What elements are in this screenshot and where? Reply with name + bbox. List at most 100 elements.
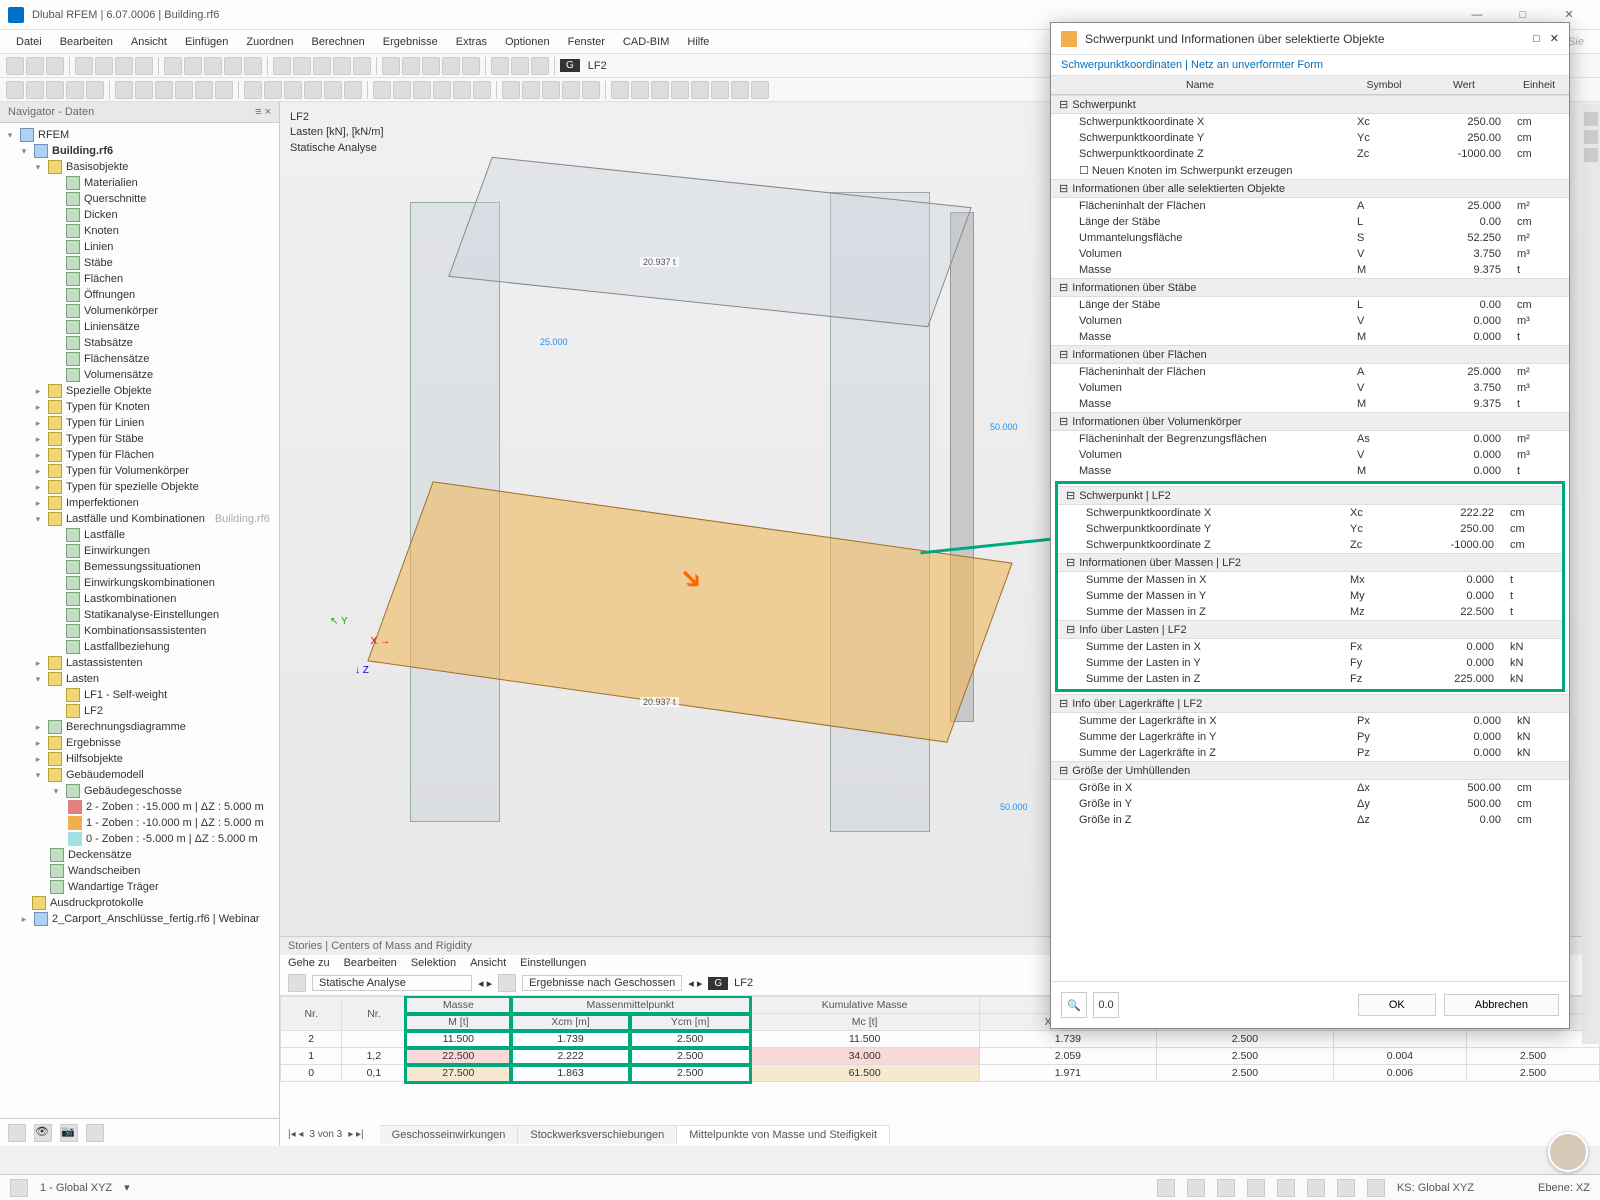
- toolbar-icon[interactable]: [393, 81, 411, 99]
- bp-icon[interactable]: [288, 974, 306, 992]
- menu-extras[interactable]: Extras: [448, 34, 495, 50]
- tree-item[interactable]: Bemessungssituationen: [0, 559, 279, 575]
- toolbar-icon[interactable]: [115, 57, 133, 75]
- status-icon[interactable]: [1247, 1179, 1265, 1197]
- status-global[interactable]: 1 - Global XYZ: [40, 1182, 112, 1194]
- status-icon[interactable]: [1157, 1179, 1175, 1197]
- analyse-select[interactable]: Statische Analyse: [312, 975, 472, 991]
- section-header[interactable]: ⊟ Informationen über Volumenkörper: [1051, 412, 1569, 431]
- toolbar-icon[interactable]: [46, 81, 64, 99]
- navigator-tree[interactable]: ▾RFEM ▾Building.rf6 ▾Basisobjekte Materi…: [0, 123, 279, 1118]
- toolbar-icon[interactable]: [184, 57, 202, 75]
- toolbar-icon[interactable]: [333, 57, 351, 75]
- toolbar-icon[interactable]: [453, 81, 471, 99]
- status-icon[interactable]: [1337, 1179, 1355, 1197]
- camera-icon[interactable]: 📷: [60, 1124, 78, 1142]
- tree-item[interactable]: ▸Imperfektionen: [0, 495, 279, 511]
- toolbar-icon[interactable]: [422, 57, 440, 75]
- toolbar-icon[interactable]: [204, 57, 222, 75]
- dialog-maximize[interactable]: □: [1523, 33, 1550, 45]
- tree-item[interactable]: ▸Spezielle Objekte: [0, 383, 279, 399]
- tree-item[interactable]: Flächensätze: [0, 351, 279, 367]
- tab-mittelpunkte[interactable]: Mittelpunkte von Masse und Steifigkeit: [677, 1126, 890, 1144]
- menu-zuordnen[interactable]: Zuordnen: [238, 34, 301, 50]
- toolbar-icon[interactable]: [562, 81, 580, 99]
- lf-badge[interactable]: G: [708, 977, 728, 990]
- toolbar-icon[interactable]: [344, 81, 362, 99]
- bp-menu[interactable]: Einstellungen: [520, 957, 586, 969]
- toolbar-icon[interactable]: [531, 57, 549, 75]
- lf-indicator[interactable]: G: [560, 59, 580, 72]
- tree-item[interactable]: Einwirkungen: [0, 543, 279, 559]
- tree-item[interactable]: Statikanalyse-Einstellungen: [0, 607, 279, 623]
- tree-item[interactable]: Lastfallbeziehung: [0, 639, 279, 655]
- bp-menu[interactable]: Bearbeiten: [344, 957, 397, 969]
- section-header[interactable]: ⊟ Informationen über Flächen: [1051, 345, 1569, 364]
- toolbar-icon[interactable]: [462, 57, 480, 75]
- rail-icon[interactable]: [1584, 112, 1598, 126]
- menu-einfuegen[interactable]: Einfügen: [177, 34, 236, 50]
- section-header[interactable]: ⊟ Informationen über Massen | LF2: [1058, 553, 1562, 572]
- toolbar-icon[interactable]: [6, 57, 24, 75]
- status-icon[interactable]: [1367, 1179, 1385, 1197]
- toolbar-icon[interactable]: [751, 81, 769, 99]
- section-header[interactable]: ⊟ Info über Lagerkräfte | LF2: [1051, 694, 1569, 713]
- units-icon[interactable]: 0.0: [1093, 992, 1119, 1018]
- toolbar-icon[interactable]: [731, 81, 749, 99]
- tree-item[interactable]: ▸Typen für Knoten: [0, 399, 279, 415]
- toolbar-icon[interactable]: [582, 81, 600, 99]
- toolbar-icon[interactable]: [313, 57, 331, 75]
- bp-icon[interactable]: [498, 974, 516, 992]
- tree-item[interactable]: Querschnitte: [0, 191, 279, 207]
- tab-stockwerksverschiebungen[interactable]: Stockwerksverschiebungen: [518, 1126, 677, 1144]
- menu-fenster[interactable]: Fenster: [560, 34, 613, 50]
- user-avatar[interactable]: [1548, 1132, 1588, 1172]
- toolbar-icon[interactable]: [135, 57, 153, 75]
- toolbar-icon[interactable]: [264, 81, 282, 99]
- toolbar-icon[interactable]: [195, 81, 213, 99]
- toolbar-icon[interactable]: [164, 57, 182, 75]
- section-header[interactable]: ⊟ Info über Lasten | LF2: [1058, 620, 1562, 639]
- status-icon[interactable]: [1277, 1179, 1295, 1197]
- section-header[interactable]: ⊟ Informationen über Stäbe: [1051, 278, 1569, 297]
- toolbar-icon[interactable]: [224, 57, 242, 75]
- table-paginator[interactable]: |◂ ◂3 von 3▸ ▸| Geschosseinwirkungen Sto…: [280, 1123, 1600, 1146]
- tree-item[interactable]: Liniensätze: [0, 319, 279, 335]
- status-icon[interactable]: [1217, 1179, 1235, 1197]
- ergebnisse-select[interactable]: Ergebnisse nach Geschossen: [522, 975, 682, 991]
- tree-item[interactable]: Volumensätze: [0, 367, 279, 383]
- menu-optionen[interactable]: Optionen: [497, 34, 558, 50]
- toolbar-icon[interactable]: [651, 81, 669, 99]
- tree-item[interactable]: Öffnungen: [0, 287, 279, 303]
- section-header[interactable]: ⊟ Schwerpunkt: [1051, 95, 1569, 114]
- tree-item[interactable]: Knoten: [0, 223, 279, 239]
- tree-item[interactable]: Volumenkörper: [0, 303, 279, 319]
- section-header[interactable]: ⊟ Schwerpunkt | LF2: [1058, 486, 1562, 505]
- tree-item[interactable]: Einwirkungskombinationen: [0, 575, 279, 591]
- toolbar-icon[interactable]: [691, 81, 709, 99]
- toolbar-icon[interactable]: [86, 81, 104, 99]
- toolbar-icon[interactable]: [353, 57, 371, 75]
- toolbar-icon[interactable]: [155, 81, 173, 99]
- toolbar-icon[interactable]: [473, 81, 491, 99]
- toolbar-icon[interactable]: [304, 81, 322, 99]
- menu-hilfe[interactable]: Hilfe: [679, 34, 717, 50]
- table-row[interactable]: 11,222.5002.2222.50034.0002.0592.5000.00…: [281, 1048, 1600, 1065]
- tree-item[interactable]: Linien: [0, 239, 279, 255]
- menu-ansicht[interactable]: Ansicht: [123, 34, 175, 50]
- tree-item[interactable]: Flächen: [0, 271, 279, 287]
- toolbar-icon[interactable]: [95, 57, 113, 75]
- tree-item[interactable]: Lastkombinationen: [0, 591, 279, 607]
- toolbar-icon[interactable]: [522, 81, 540, 99]
- tree-item[interactable]: Lastfälle: [0, 527, 279, 543]
- tree-item[interactable]: ▸Typen für Volumenkörper: [0, 463, 279, 479]
- toolbar-icon[interactable]: [491, 57, 509, 75]
- tree-item[interactable]: ▸Typen für Stäbe: [0, 431, 279, 447]
- tree-item[interactable]: ▸Typen für spezielle Objekte: [0, 479, 279, 495]
- toolbar-icon[interactable]: [402, 57, 420, 75]
- nav-footer-icon[interactable]: [86, 1124, 104, 1142]
- toolbar-icon[interactable]: [66, 81, 84, 99]
- toolbar-icon[interactable]: [26, 57, 44, 75]
- tree-item[interactable]: Materialien: [0, 175, 279, 191]
- nav-footer-icon[interactable]: [8, 1124, 26, 1142]
